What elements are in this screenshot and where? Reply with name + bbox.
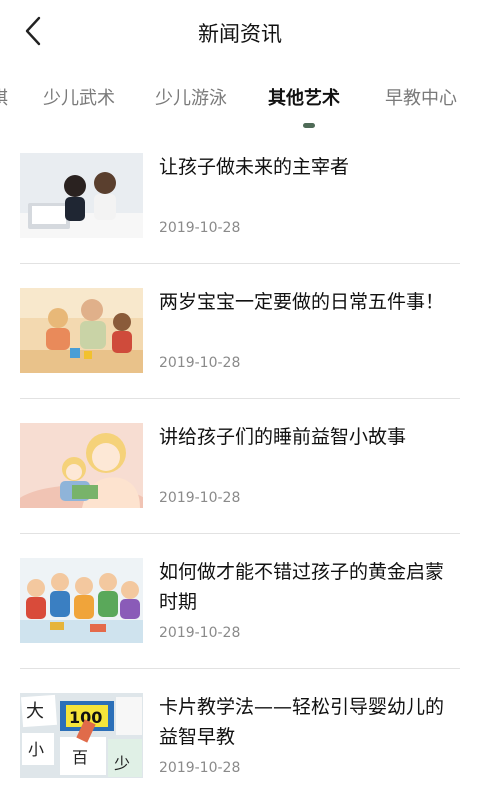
card-text-xiao: 小 xyxy=(28,740,44,759)
tab-early-education[interactable]: 早教中心 xyxy=(385,84,457,110)
news-title: 如何做才能不错过孩子的黄金启蒙时期 xyxy=(159,561,445,613)
tab-other-arts[interactable]: 其他艺术 xyxy=(268,84,340,110)
news-item[interactable]: 讲给孩子们的睡前益智小故事 2019-10-28 xyxy=(20,400,460,534)
news-item[interactable]: 让孩子做未来的主宰者 2019-10-28 xyxy=(20,130,460,264)
tab-kids-martial-arts[interactable]: 少儿武术 xyxy=(43,84,115,110)
news-title: 讲给孩子们的睡前益智小故事 xyxy=(159,426,407,448)
top-bar: 新闻资讯 xyxy=(0,0,480,62)
news-thumbnail: 大 100 小 百 少 xyxy=(20,693,143,778)
news-thumbnail xyxy=(20,558,143,643)
tab-chess[interactable]: 棋 xyxy=(0,84,8,110)
divider xyxy=(20,533,460,534)
news-date: 2019-10-28 xyxy=(159,220,241,236)
card-text-bai: 百 xyxy=(72,748,88,767)
active-tab-indicator xyxy=(303,123,315,128)
news-title: 让孩子做未来的主宰者 xyxy=(159,156,350,178)
divider xyxy=(20,668,460,669)
news-item[interactable]: 两岁宝宝一定要做的日常五件事！ 2019-10-28 xyxy=(20,265,460,399)
news-title: 卡片教学法——轻松引导婴幼儿的益智早教 xyxy=(159,696,445,748)
news-date: 2019-10-28 xyxy=(159,625,241,641)
news-thumbnail xyxy=(20,423,143,508)
category-tabs: 棋 少儿武术 少儿游泳 其他艺术 早教中心 xyxy=(0,62,480,130)
news-thumbnail xyxy=(20,153,143,238)
divider xyxy=(20,263,460,264)
news-item[interactable]: 大 100 小 百 少 卡片教学法——轻松引导婴幼儿的益智早教 2019-10-… xyxy=(20,670,460,804)
news-date: 2019-10-28 xyxy=(159,490,241,506)
news-thumbnail xyxy=(20,288,143,373)
tab-kids-swimming[interactable]: 少儿游泳 xyxy=(155,84,227,110)
news-date: 2019-10-28 xyxy=(159,355,241,371)
news-date: 2019-10-28 xyxy=(159,760,241,776)
news-title: 两岁宝宝一定要做的日常五件事！ xyxy=(159,291,445,313)
news-item[interactable]: 如何做才能不错过孩子的黄金启蒙时期 2019-10-28 xyxy=(20,535,460,669)
page-title: 新闻资讯 xyxy=(198,22,282,46)
divider xyxy=(20,398,460,399)
card-text-shao: 少 xyxy=(114,754,130,773)
card-text-da: 大 xyxy=(26,701,44,722)
